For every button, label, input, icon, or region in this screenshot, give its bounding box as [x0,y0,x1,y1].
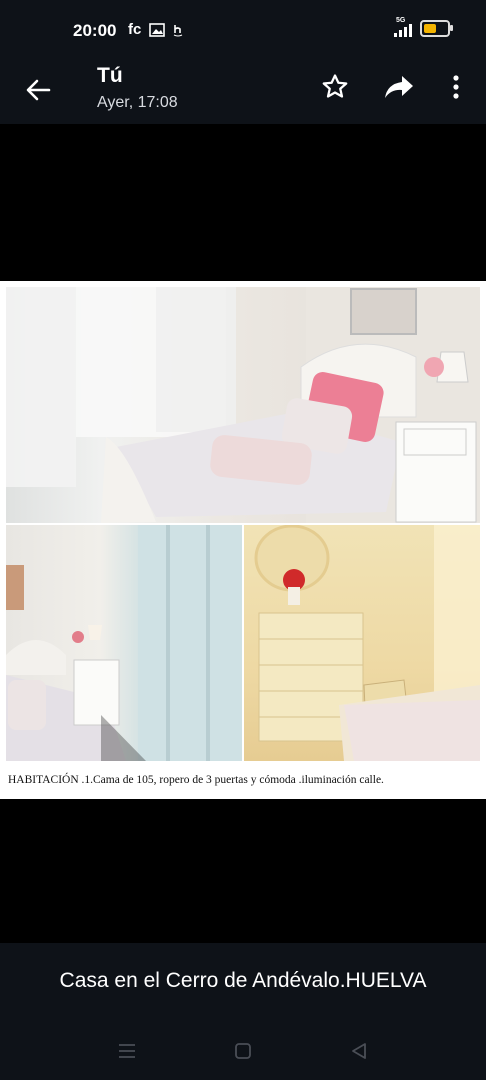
nav-back-button[interactable] [347,1039,371,1063]
status-notification-icons: fc [128,21,183,38]
menu-icon [119,1044,135,1058]
wardrobe-illustration [6,525,242,761]
sender-name: Tú [97,64,123,87]
app-notification-icon: fc [128,21,142,38]
battery-icon [420,20,453,37]
recents-button[interactable] [115,1039,139,1063]
square-icon [235,1043,251,1059]
star-icon [322,74,348,98]
message-bar: Casa en el Cerro de Andévalo.HUELVA [0,943,486,1021]
triangle-back-icon [352,1043,366,1059]
share-icon [385,76,413,98]
status-time: 20:00 [73,21,117,40]
bedroom-photo-wardrobe [6,525,242,761]
share-button[interactable] [382,72,416,102]
dresser-illustration [254,525,480,761]
system-navigation-bar [0,1021,486,1080]
message-photo[interactable]: HABITACIÓN .1.Cama de 105, ropero de 3 p… [0,281,486,799]
bedroom-photo-dresser [244,525,480,761]
bedroom-illustration [6,287,480,523]
bedroom-photo-main [6,287,480,523]
app-bar: Tú Ayer, 17:08 [0,62,486,124]
message-timestamp: Ayer, 17:08 [97,94,178,111]
network-type-label: 5G [396,16,406,24]
network-indicator: 5G [394,17,412,37]
amazon-icon [174,24,183,36]
status-bar: 20:00 fc 5G [0,0,486,62]
message-text: Casa en el Cerro de Andévalo.HUELVA [59,969,427,992]
status-system-icons: 5G [394,17,453,37]
star-button[interactable] [320,72,350,102]
more-vert-icon [453,75,459,99]
back-button[interactable] [22,74,54,106]
arrow-left-icon [26,79,51,101]
home-button[interactable] [231,1039,255,1063]
more-options-button[interactable] [445,72,467,102]
photo-caption: HABITACIÓN .1.Cama de 105, ropero de 3 p… [8,774,384,786]
image-icon [149,22,166,37]
